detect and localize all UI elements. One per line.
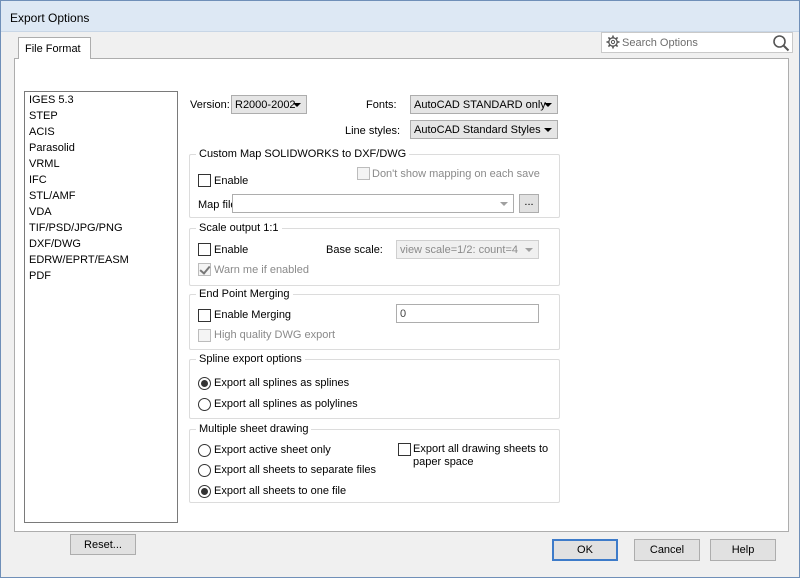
browse-label: ...	[524, 196, 534, 208]
chevron-down-icon	[500, 202, 508, 206]
separate-files-label: Export all sheets to separate files	[214, 464, 377, 476]
scale-enable-label: Enable	[214, 244, 249, 256]
spline-export-title: Spline export options	[196, 353, 305, 365]
reset-button[interactable]: Reset...	[70, 534, 136, 555]
paper-space-label-line1: Export all drawing sheets to	[413, 443, 549, 455]
map-file-combo[interactable]	[232, 194, 514, 213]
fonts-value: AutoCAD STANDARD only	[414, 99, 546, 111]
title-bar: Export Options	[1, 1, 799, 32]
format-item-parasolid[interactable]: Parasolid	[29, 142, 75, 157]
fonts-label: Fonts:	[366, 99, 397, 111]
export-options-window: Export Options File Format Search Option…	[0, 0, 800, 578]
format-item-step[interactable]: STEP	[29, 110, 58, 125]
format-item-stl-amf[interactable]: STL/AMF	[29, 190, 75, 205]
file-format-panel: IGES 5.3 STEP ACIS Parasolid VRML IFC ST…	[14, 58, 789, 555]
base-scale-label: Base scale:	[326, 244, 383, 256]
search-placeholder: Search Options	[622, 37, 698, 49]
line-styles-label: Line styles:	[345, 125, 401, 137]
format-item-image[interactable]: TIF/PSD/JPG/PNG	[29, 222, 123, 237]
format-list[interactable]: IGES 5.3 STEP ACIS Parasolid VRML IFC ST…	[24, 91, 178, 523]
end-point-merging-title: End Point Merging	[196, 288, 293, 300]
high-quality-dwg-label: High quality DWG export	[214, 329, 336, 341]
spline-export-group	[189, 359, 560, 419]
warn-if-enabled-label: Warn me if enabled	[214, 264, 309, 276]
chevron-down-icon	[525, 248, 533, 252]
format-item-acis[interactable]: ACIS	[29, 126, 55, 141]
splines-as-polylines-radio[interactable]	[198, 398, 211, 411]
version-label: Version:	[190, 99, 230, 111]
cancel-label: Cancel	[649, 544, 685, 556]
version-value: R2000-2002	[235, 99, 296, 111]
version-dropdown[interactable]: R2000-2002	[231, 95, 307, 114]
separate-files-radio[interactable]	[198, 464, 211, 477]
format-item-iges[interactable]: IGES 5.3	[29, 94, 74, 109]
fonts-dropdown[interactable]: AutoCAD STANDARD only	[410, 95, 558, 114]
search-icon[interactable]	[772, 34, 790, 52]
chevron-down-icon	[544, 103, 552, 107]
custom-map-enable-checkbox[interactable]	[198, 174, 211, 187]
base-scale-dropdown[interactable]: view scale=1/2: count=4	[396, 240, 539, 259]
active-sheet-only-label: Export active sheet only	[214, 444, 331, 456]
search-options-box[interactable]: Search Options	[601, 32, 793, 53]
gear-icon	[606, 35, 620, 49]
merging-tolerance-input[interactable]: 0	[396, 304, 539, 323]
custom-map-title: Custom Map SOLIDWORKS to DXF/DWG	[196, 148, 410, 160]
chevron-down-icon	[544, 128, 552, 132]
window-title: Export Options	[10, 11, 90, 25]
splines-as-polylines-label: Export all splines as polylines	[214, 398, 358, 410]
dont-show-mapping-checkbox[interactable]	[357, 167, 370, 180]
scale-output-title: Scale output 1:1	[196, 222, 282, 234]
enable-merging-checkbox[interactable]	[198, 309, 211, 322]
high-quality-dwg-checkbox[interactable]	[198, 329, 211, 342]
reset-label: Reset...	[84, 539, 122, 551]
line-styles-dropdown[interactable]: AutoCAD Standard Styles	[410, 120, 558, 139]
format-item-vda[interactable]: VDA	[29, 206, 52, 221]
paper-space-checkbox[interactable]	[398, 443, 411, 456]
multiple-sheet-title: Multiple sheet drawing	[196, 423, 312, 435]
splines-as-splines-radio[interactable]	[198, 377, 211, 390]
help-label: Help	[731, 544, 755, 556]
merging-tolerance-value: 0	[400, 308, 407, 320]
ok-button[interactable]: OK	[552, 539, 618, 561]
format-item-ifc[interactable]: IFC	[29, 174, 47, 189]
format-item-pdf[interactable]: PDF	[29, 270, 51, 285]
scale-enable-checkbox[interactable]	[198, 243, 211, 256]
active-sheet-only-radio[interactable]	[198, 444, 211, 457]
ok-label: OK	[577, 544, 593, 556]
enable-merging-label: Enable Merging	[214, 309, 292, 321]
format-item-vrml[interactable]: VRML	[29, 158, 60, 173]
paper-space-label-line2: paper space	[413, 456, 474, 468]
browse-map-file-button[interactable]: ...	[519, 194, 539, 213]
format-item-edrw[interactable]: EDRW/EPRT/EASM	[29, 254, 129, 269]
tab-file-format[interactable]: File Format	[18, 37, 91, 59]
base-scale-value: view scale=1/2: count=4	[400, 244, 519, 256]
dont-show-mapping-label: Don't show mapping on each save	[372, 168, 540, 180]
help-button[interactable]: Help	[710, 539, 776, 561]
cancel-button[interactable]: Cancel	[634, 539, 700, 561]
chevron-down-icon	[293, 103, 301, 107]
format-item-dxf-dwg[interactable]: DXF/DWG	[29, 238, 81, 253]
dialog-client-area: File Format Search Options IGES 5.3 STEP…	[7, 32, 793, 572]
line-styles-value: AutoCAD Standard Styles	[414, 124, 541, 136]
tab-file-format-label: File Format	[25, 43, 81, 55]
custom-map-enable-label: Enable	[214, 175, 249, 187]
one-file-radio[interactable]	[198, 485, 211, 498]
splines-as-splines-label: Export all splines as splines	[214, 377, 350, 389]
one-file-label: Export all sheets to one file	[214, 485, 347, 497]
warn-if-enabled-checkbox[interactable]	[198, 263, 211, 276]
